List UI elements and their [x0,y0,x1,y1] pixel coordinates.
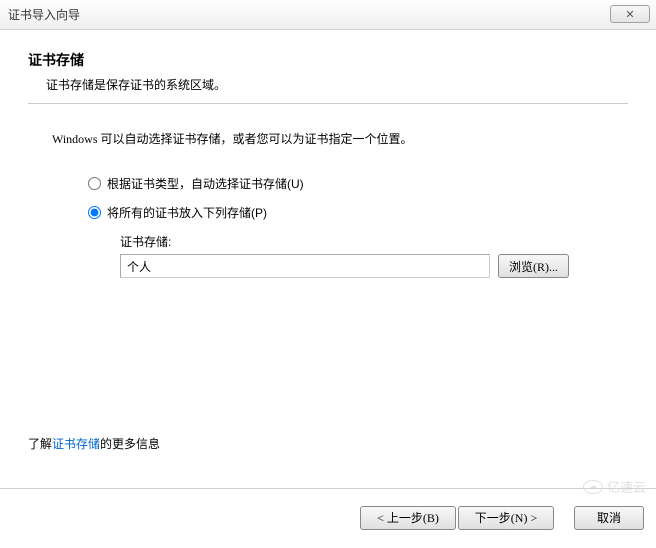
page-heading: 证书存储 [28,50,628,70]
learn-prefix: 了解 [28,437,52,451]
close-icon: ✕ [625,8,634,21]
learn-suffix: 的更多信息 [100,437,160,451]
content-area: 证书存储 证书存储是保存证书的系统区域。 Windows 可以自动选择证书存储，… [0,30,656,488]
instruction-text: Windows 可以自动选择证书存储，或者您可以为证书指定一个位置。 [52,130,628,147]
browse-button[interactable]: 浏览(R)... [498,254,569,278]
title-bar: 证书导入向导 ✕ [0,0,656,30]
learn-link[interactable]: 证书存储 [52,437,100,451]
radio-auto-select[interactable]: 根据证书类型，自动选择证书存储(U) [88,175,628,192]
store-input[interactable] [120,254,490,278]
radio-auto-input[interactable] [88,177,101,190]
back-button[interactable]: < 上一步(B) [360,506,456,530]
radio-group: 根据证书类型，自动选择证书存储(U) 将所有的证书放入下列存储(P) 证书存储:… [88,175,628,278]
footer: < 上一步(B) 下一步(N) > 取消 [0,488,656,546]
store-input-row: 浏览(R)... [120,254,628,278]
page-subheading: 证书存储是保存证书的系统区域。 [46,76,628,93]
radio-manual-input[interactable] [88,206,101,219]
radio-manual-label: 将所有的证书放入下列存储(P) [107,204,267,221]
next-button[interactable]: 下一步(N) > [458,506,554,530]
separator [28,103,628,104]
store-label: 证书存储: [120,233,628,250]
radio-place-all[interactable]: 将所有的证书放入下列存储(P) [88,204,628,221]
learn-more: 了解证书存储的更多信息 [28,435,160,452]
radio-auto-label: 根据证书类型，自动选择证书存储(U) [107,175,304,192]
cancel-button[interactable]: 取消 [574,506,644,530]
window-title: 证书导入向导 [8,6,80,23]
close-button[interactable]: ✕ [610,5,650,23]
